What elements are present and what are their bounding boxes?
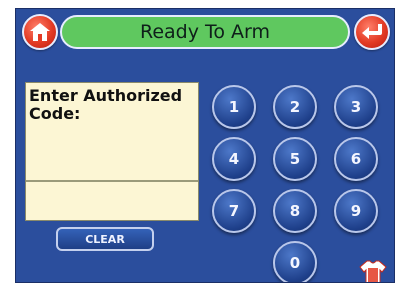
shirt-icon (359, 260, 387, 282)
keypad-key-1[interactable]: 1 (212, 85, 256, 129)
home-button[interactable] (22, 14, 58, 50)
return-arrow-icon (362, 24, 382, 39)
alarm-keypad-screen: Ready To Arm Enter Authorized Code: CLEA… (15, 8, 395, 283)
emergency-button[interactable] (358, 257, 388, 282)
clear-button[interactable]: CLEAR (56, 227, 154, 251)
status-display: Ready To Arm (60, 15, 350, 49)
prompt-text: Enter Authorized Code: (29, 86, 183, 123)
keypad-key-5[interactable]: 5 (273, 137, 317, 181)
keypad-key-2[interactable]: 2 (273, 85, 317, 129)
keypad-key-8[interactable]: 8 (273, 189, 317, 233)
keypad-key-7[interactable]: 7 (212, 189, 256, 233)
keypad-key-3[interactable]: 3 (334, 85, 378, 129)
home-icon (30, 23, 50, 41)
keypad-key-6[interactable]: 6 (334, 137, 378, 181)
keypad-key-0[interactable]: 0 (273, 241, 317, 282)
status-text: Ready To Arm (139, 21, 271, 43)
code-prompt-panel: Enter Authorized Code: (25, 82, 199, 221)
keypad-key-9[interactable]: 9 (334, 189, 378, 233)
code-entry-field[interactable] (26, 182, 198, 220)
back-button[interactable] (354, 14, 390, 50)
keypad-key-4[interactable]: 4 (212, 137, 256, 181)
